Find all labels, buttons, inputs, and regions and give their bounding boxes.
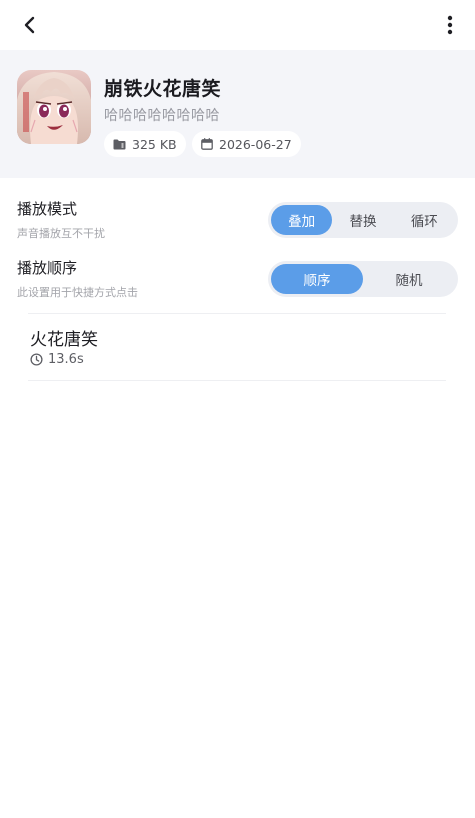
size-text: 325 KB xyxy=(132,136,177,152)
pack-cover-image xyxy=(17,70,91,144)
play-mode-desc: 声音播放互不干扰 xyxy=(17,227,105,240)
anime-avatar-image xyxy=(17,70,91,144)
play-order-option-random[interactable]: 随机 xyxy=(363,264,455,294)
duration-text: 13.6s xyxy=(48,352,84,367)
pack-title: 崩铁火花唐笑 xyxy=(104,78,222,100)
play-order-selector: 顺序 随机 xyxy=(268,261,458,297)
pack-subtitle: 哈哈哈哈哈哈哈哈 xyxy=(104,108,220,124)
date-text: 2026-06-27 xyxy=(219,136,292,152)
sound-name: 火花唐笑 xyxy=(30,330,98,350)
size-badge: 325 KB xyxy=(104,131,186,157)
more-options-button[interactable] xyxy=(435,10,465,40)
play-order-title: 播放顺序 xyxy=(17,259,78,277)
play-mode-title: 播放模式 xyxy=(17,200,78,218)
calendar-icon xyxy=(201,138,213,150)
divider xyxy=(28,380,446,381)
list-item[interactable]: 火花唐笑 13.6s xyxy=(28,314,446,380)
sound-duration: 13.6s xyxy=(30,352,84,367)
clock-icon xyxy=(30,353,43,366)
back-button[interactable] xyxy=(14,10,46,40)
more-vertical-icon xyxy=(447,15,453,35)
pack-header: 崩铁火花唐笑 哈哈哈哈哈哈哈哈 325 KB 2026-06-27 xyxy=(0,50,475,178)
play-mode-option-replace[interactable]: 替换 xyxy=(332,205,393,235)
play-mode-selector: 叠加 替换 循环 xyxy=(268,202,458,238)
play-order-option-sequential[interactable]: 顺序 xyxy=(271,264,363,294)
play-mode-setting: 播放模式 声音播放互不干扰 叠加 替换 循环 xyxy=(0,196,475,246)
top-bar xyxy=(0,0,475,50)
chevron-left-icon xyxy=(24,16,35,34)
date-badge: 2026-06-27 xyxy=(192,131,301,157)
play-order-desc: 此设置用于快捷方式点击 xyxy=(17,286,138,299)
play-mode-option-loop[interactable]: 循环 xyxy=(394,205,455,235)
play-mode-option-overlay[interactable]: 叠加 xyxy=(271,205,333,235)
play-order-setting: 播放顺序 此设置用于快捷方式点击 顺序 随机 xyxy=(0,255,475,305)
folder-icon xyxy=(113,139,126,149)
